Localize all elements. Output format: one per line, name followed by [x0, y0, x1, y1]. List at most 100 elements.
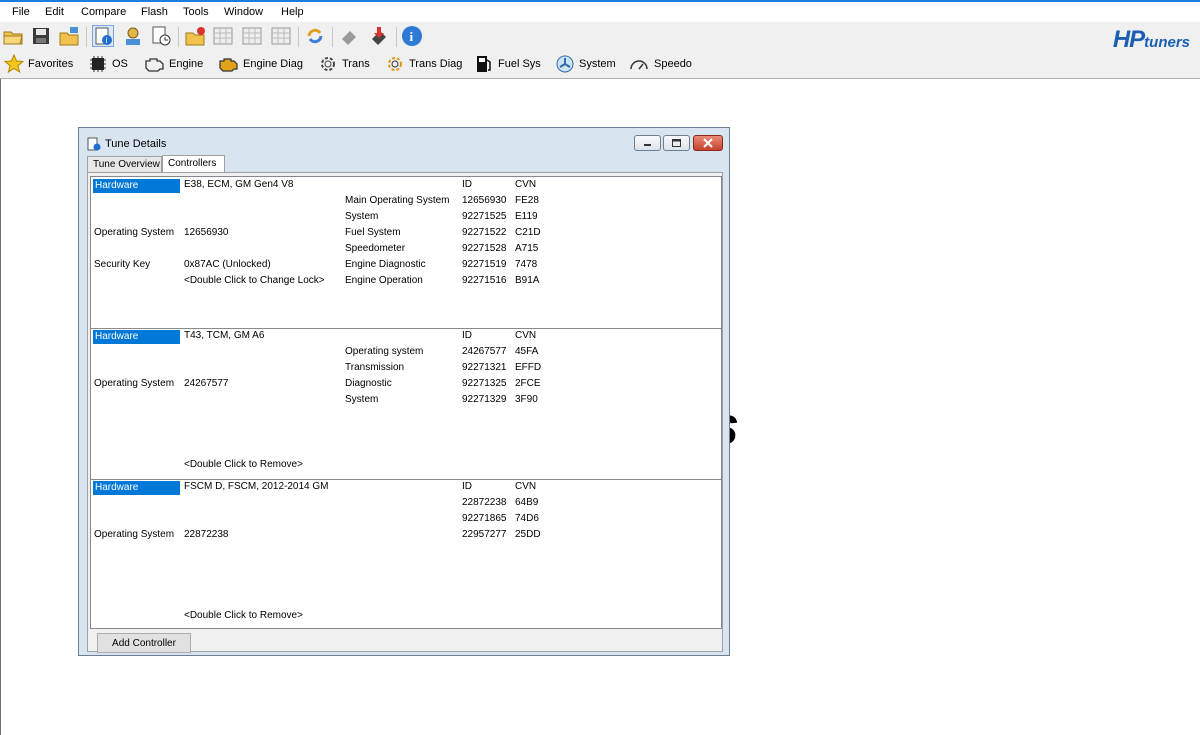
- tune-info-icon[interactable]: i: [92, 25, 114, 47]
- fuel-pump-icon: [477, 56, 491, 72]
- module-id: 92271516: [462, 275, 507, 286]
- module-id: 92271329: [462, 394, 507, 405]
- main-toolbar: i i: [0, 22, 1200, 50]
- tab-tune-overview[interactable]: Tune Overview: [87, 156, 162, 172]
- quick-engine-diag[interactable]: Engine Diag: [217, 53, 303, 75]
- info-icon[interactable]: i: [401, 25, 423, 47]
- module-id: 92271528: [462, 243, 507, 254]
- menu-help[interactable]: Help: [281, 6, 304, 18]
- tune-details-window: Tune Details Tune Overview Controllers H…: [78, 127, 730, 656]
- save-icon[interactable]: [30, 25, 52, 47]
- open-folder-icon[interactable]: [2, 25, 24, 47]
- menu-compare[interactable]: Compare: [81, 6, 126, 18]
- quick-favorites[interactable]: Favorites: [4, 53, 73, 75]
- module-cvn: FE28: [515, 195, 539, 206]
- menu-tools[interactable]: Tools: [183, 6, 209, 18]
- menu-edit[interactable]: Edit: [45, 6, 64, 18]
- workspace-border: [0, 79, 1, 735]
- os-label: Operating System: [94, 529, 175, 540]
- minimize-button[interactable]: [634, 135, 661, 151]
- speedometer-icon: [630, 60, 648, 70]
- module-name: Fuel System: [345, 227, 401, 238]
- vehicle-info-icon[interactable]: [122, 25, 144, 47]
- quick-label: Speedo: [654, 58, 692, 70]
- module-id: 92271519: [462, 259, 507, 270]
- menu-flash[interactable]: Flash: [141, 6, 168, 18]
- module-id: 92271321: [462, 362, 507, 373]
- quick-engine[interactable]: Engine: [143, 53, 203, 75]
- history-icon[interactable]: [150, 25, 172, 47]
- quick-label: Favorites: [28, 58, 74, 70]
- cvn-header: CVN: [515, 330, 537, 341]
- module-name: Speedometer: [345, 243, 406, 254]
- fan-icon: [556, 55, 574, 73]
- os-value: 22872238: [184, 529, 229, 540]
- module-name: Transmission: [345, 362, 405, 373]
- module-cvn: 3F90: [515, 394, 538, 405]
- table2-icon[interactable]: [241, 25, 263, 47]
- module-id: 12656930: [462, 195, 507, 206]
- table3-icon[interactable]: [270, 25, 292, 47]
- quick-system[interactable]: System: [555, 53, 616, 75]
- remove-action[interactable]: <Double Click to Remove>: [184, 610, 303, 621]
- window-title: Tune Details: [105, 138, 167, 150]
- module-id: 22872238: [462, 497, 507, 508]
- refresh-icon[interactable]: [304, 25, 326, 47]
- id-header: ID: [462, 330, 472, 341]
- module-name: Engine Diagnostic: [345, 259, 426, 270]
- hardware-value: FSCM D, FSCM, 2012-2014 GM: [184, 481, 329, 492]
- tab-controllers[interactable]: Controllers: [162, 155, 225, 173]
- add-controller-button[interactable]: Add Controller: [97, 633, 191, 653]
- toolbar-separator: [396, 27, 397, 47]
- module-name: Main Operating System: [345, 195, 450, 206]
- check-engine-icon: [219, 58, 238, 72]
- gear-icon: [321, 57, 335, 71]
- module-id: 92271522: [462, 227, 507, 238]
- quick-speedo[interactable]: Speedo: [628, 53, 692, 75]
- hardware-value: E38, ECM, GM Gen4 V8: [184, 179, 294, 190]
- remove-action[interactable]: <Double Click to Remove>: [184, 459, 303, 470]
- menu-window[interactable]: Window: [224, 6, 263, 18]
- table-icon[interactable]: [212, 25, 234, 47]
- module-cvn: C21D: [515, 227, 541, 238]
- hardware-label: Hardware: [93, 179, 180, 193]
- quick-label: Trans: [342, 58, 370, 70]
- eraser-icon[interactable]: [338, 25, 360, 47]
- module-id: 92271525: [462, 211, 507, 222]
- tune-details-icon: [87, 137, 101, 154]
- maximize-button[interactable]: [663, 135, 690, 151]
- chip-icon: [90, 56, 106, 72]
- hardware-value: T43, TCM, GM A6: [184, 330, 265, 341]
- module-cvn: B91A: [515, 275, 540, 286]
- quick-os[interactable]: OS: [88, 53, 128, 75]
- new-folder-icon[interactable]: [184, 25, 206, 47]
- toolbar-separator: [178, 27, 179, 47]
- open-recent-icon[interactable]: [58, 25, 80, 47]
- os-label: Operating System: [94, 227, 175, 238]
- id-header: ID: [462, 481, 472, 492]
- cvn-header: CVN: [515, 481, 537, 492]
- module-id: 92271865: [462, 513, 507, 524]
- menu-file[interactable]: File: [12, 6, 30, 18]
- quick-fuel-sys[interactable]: Fuel Sys: [474, 53, 541, 75]
- menu-bar: File Edit Compare Flash Tools Window Hel…: [0, 2, 1200, 22]
- change-lock-action[interactable]: <Double Click to Change Lock>: [184, 275, 325, 286]
- toolbar-separator: [298, 27, 299, 47]
- security-key-label: Security Key: [94, 259, 151, 270]
- quick-trans[interactable]: Trans: [318, 53, 370, 75]
- gear-diag-icon: [388, 57, 402, 71]
- toolbar-separator: [332, 27, 333, 47]
- controller-block[interactable]: Hardware E38, ECM, GM Gen4 V8 ID CVN Mai…: [91, 177, 721, 329]
- controller-block[interactable]: Hardware FSCM D, FSCM, 2012-2014 GM ID C…: [91, 479, 721, 628]
- controllers-list[interactable]: Hardware E38, ECM, GM Gen4 V8 ID CVN Mai…: [90, 176, 722, 629]
- quick-label: OS: [112, 58, 128, 70]
- svg-text:i: i: [410, 29, 414, 44]
- flash-chip-icon[interactable]: [368, 25, 390, 47]
- close-button[interactable]: [693, 135, 723, 151]
- quick-trans-diag[interactable]: Trans Diag: [385, 53, 462, 75]
- module-cvn: 25DD: [515, 529, 541, 540]
- minimize-icon: [644, 144, 651, 146]
- module-name: System: [345, 211, 379, 222]
- controller-block[interactable]: Hardware T43, TCM, GM A6 ID CVN Operatin…: [91, 328, 721, 480]
- security-key-value: 0x87AC (Unlocked): [184, 259, 271, 270]
